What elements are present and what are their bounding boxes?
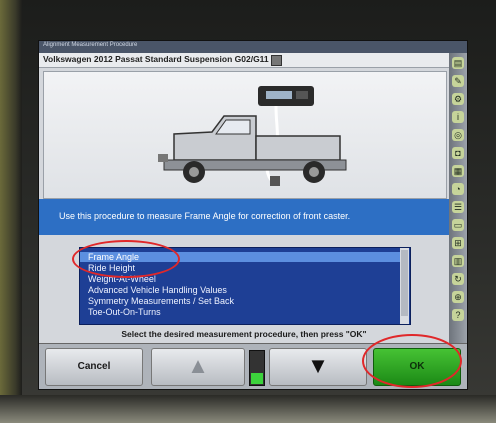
scroll-down-button[interactable]: ▼ [269, 348, 367, 386]
list-item[interactable]: Weight-At-Wheel [80, 274, 408, 284]
procedure-list[interactable]: Frame Angle Ride Height Weight-At-Wheel … [79, 247, 411, 325]
procedure-info-bar: Use this procedure to measure Frame Angl… [39, 199, 449, 235]
arrow-down-icon: ▼ [307, 353, 329, 378]
monitor-left-edge [0, 0, 22, 423]
wheel-icon[interactable]: ◎ [452, 129, 464, 141]
screen: Alignment Measurement Procedure Volkswag… [38, 40, 468, 390]
list-item[interactable]: Symmetry Measurements / Set Back [80, 296, 408, 306]
gauge-icon[interactable]: ◔ [452, 183, 464, 195]
list-item[interactable]: Ride Height [80, 263, 408, 273]
truck-frame-angle-illustration [158, 86, 347, 186]
level-indicator [249, 350, 265, 386]
right-tool-strip: ▤ ✎ ⚙ i ◎ ◘ ▦ ◔ ☰ ▭ ⊞ ▥ ↻ ⊕ ? [449, 53, 467, 343]
tools-icon[interactable]: ⚙ [452, 93, 464, 105]
measure-icon[interactable]: ⊞ [452, 237, 464, 249]
arrow-up-icon: ▲ [187, 353, 209, 378]
cancel-button[interactable]: Cancel [45, 348, 143, 386]
procedure-info-text: Use this procedure to measure Frame Angl… [59, 211, 351, 221]
refresh-icon[interactable]: ↻ [452, 273, 464, 285]
target-icon[interactable]: ⊕ [452, 291, 464, 303]
pickup-truck-icon [158, 115, 347, 183]
print-icon[interactable]: ▤ [452, 57, 464, 69]
level-indicator-fill [251, 373, 263, 384]
procedure-illustration [43, 71, 447, 199]
cancel-label: Cancel [77, 361, 111, 372]
list-scrollbar[interactable] [400, 248, 409, 324]
instruction-text: Select the desired measurement procedure… [121, 329, 367, 339]
list-icon[interactable]: ☰ [452, 201, 464, 213]
inclinometer-icon [258, 86, 314, 106]
vehicle-title-bar: Volkswagen 2012 Passat Standard Suspensi… [39, 53, 449, 68]
camera-icon[interactable]: ◘ [452, 147, 464, 159]
list-scroll-thumb[interactable] [401, 250, 408, 316]
monitor-bottom-edge [0, 395, 496, 423]
window-caption: Alignment Measurement Procedure [43, 42, 138, 48]
vehicle-spec-icon[interactable] [271, 55, 282, 66]
frame-sensor-icon [270, 176, 280, 186]
vehicle-title: Volkswagen 2012 Passat Standard Suspensi… [43, 54, 269, 64]
list-item[interactable]: Toe-Out-On-Turns [80, 307, 408, 317]
list-item[interactable]: Advanced Vehicle Handling Values [80, 285, 408, 295]
bottom-toolbar: Cancel ▲ ▼ OK [39, 343, 467, 389]
pencil-icon[interactable]: ✎ [452, 75, 464, 87]
help-icon[interactable]: ? [452, 309, 464, 321]
vehicle-icon[interactable]: ▭ [452, 219, 464, 231]
info-icon[interactable]: i [452, 111, 464, 123]
grid-icon[interactable]: ▦ [452, 165, 464, 177]
ok-label: OK [409, 361, 425, 372]
window-caption-bar: Alignment Measurement Procedure [39, 41, 467, 53]
scroll-up-button[interactable]: ▲ [151, 348, 245, 386]
ok-button[interactable]: OK [373, 348, 461, 386]
list-item[interactable]: Frame Angle [80, 252, 408, 262]
chart-icon[interactable]: ▥ [452, 255, 464, 267]
